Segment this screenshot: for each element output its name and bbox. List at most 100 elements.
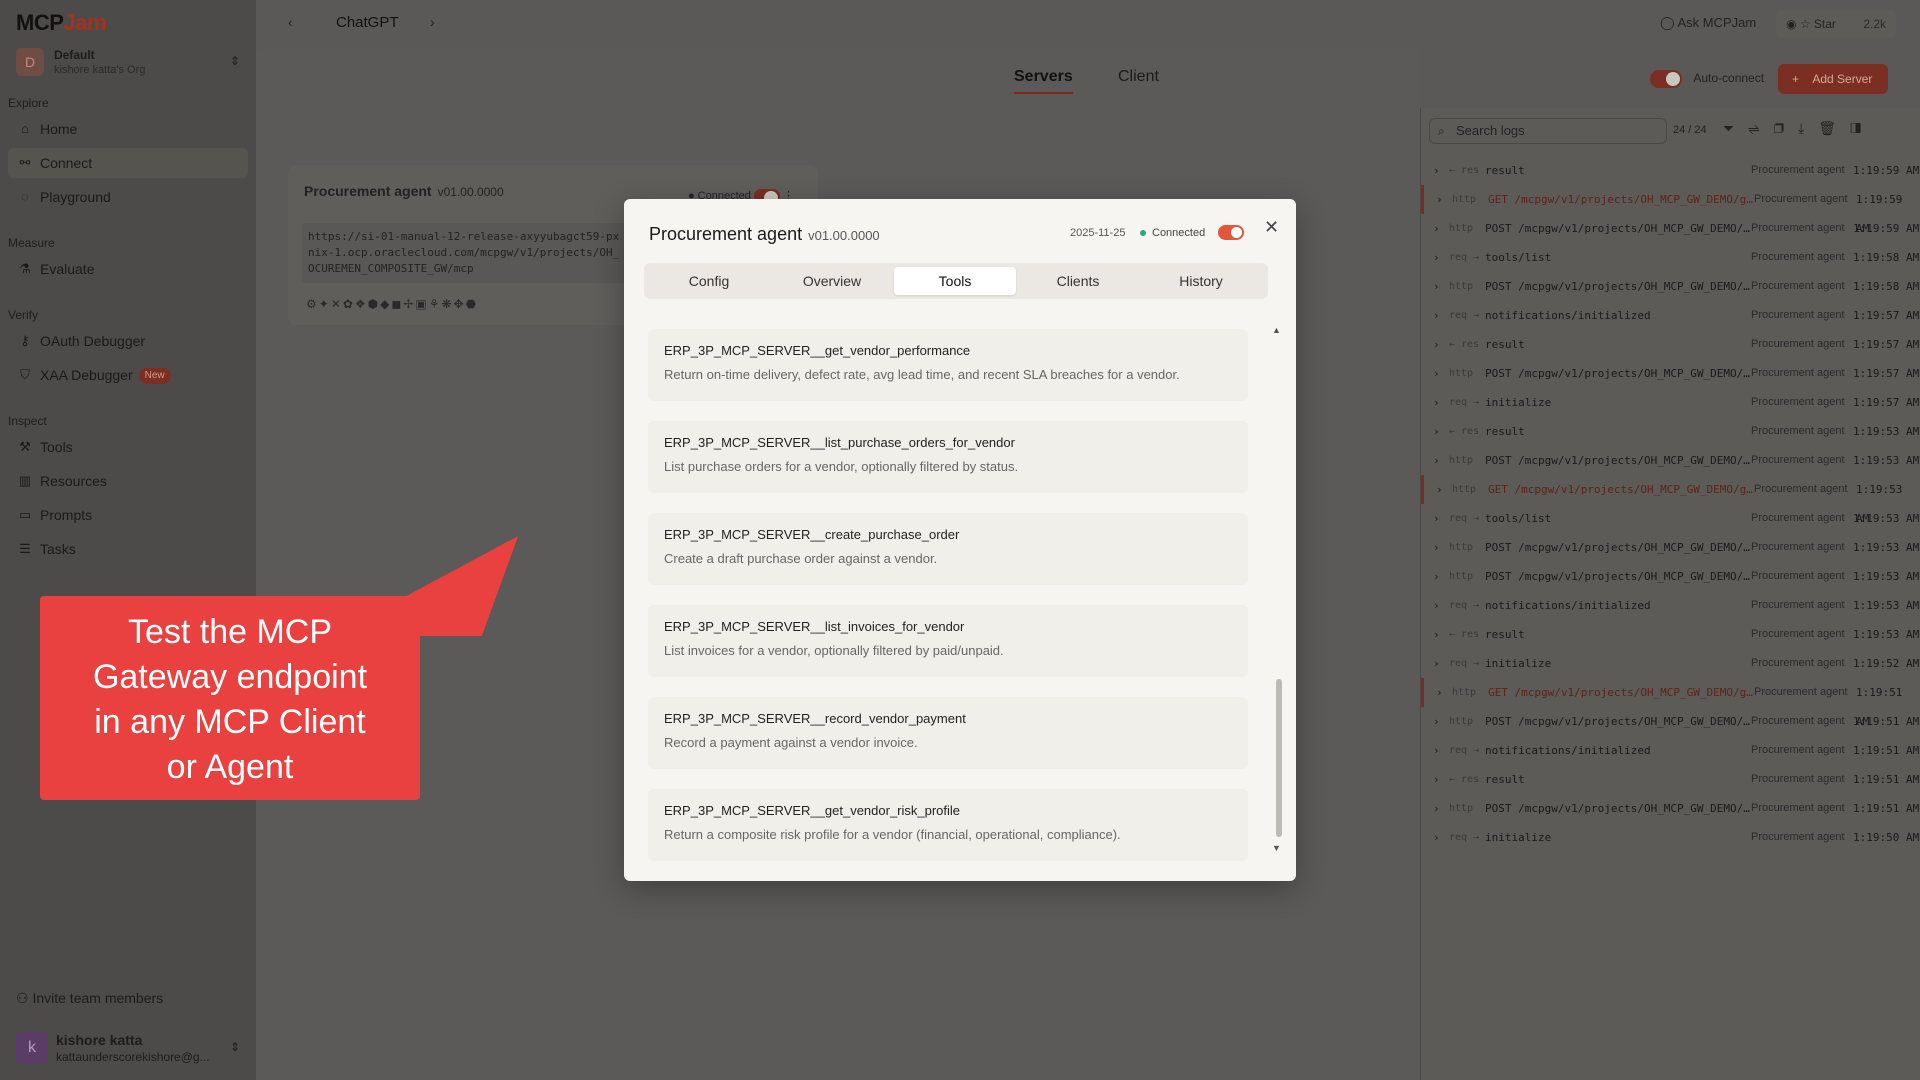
github-star-button[interactable]: ◉ ☆ Star 2.2k — [1776, 10, 1896, 38]
log-row[interactable]: › req → initialize Procurement agent 1:19:52… — [1421, 649, 1920, 678]
copy-icon[interactable]: ❐ — [1773, 120, 1798, 136]
app-logo[interactable]: MCPJam — [16, 10, 106, 36]
chevron-left-icon[interactable]: ‹ — [288, 14, 293, 30]
sliders-icon[interactable]: ⇌ — [1748, 120, 1773, 136]
log-type: req → — [1449, 658, 1480, 669]
sidebar-item-oauth-debugger[interactable]: ⚷ OAuth Debugger — [8, 326, 248, 356]
tab-overview[interactable]: Overview — [771, 267, 893, 295]
tab-config[interactable]: Config — [648, 267, 770, 295]
log-row[interactable]: › ← res result Procurement agent 1:19:53 AM — [1421, 417, 1920, 446]
invite-team-button[interactable]: ⚇ Invite team members — [16, 990, 163, 1007]
log-row[interactable]: › ← res result Procurement agent 1:19:51 AM — [1421, 765, 1920, 794]
log-row[interactable]: › http POST /mcpgw/v1/projects/OH_MCP_GW_D… — [1421, 533, 1920, 562]
auto-connect-toggle-group[interactable]: Auto-connect — [1650, 70, 1764, 88]
log-source: Procurement agent — [1754, 483, 1848, 495]
log-row[interactable]: › http POST /mcpgw/v1/projects/OH_MCP_GW_D… — [1421, 272, 1920, 301]
scroll-down-icon[interactable]: ▼ — [1272, 843, 1281, 853]
search-logs-input[interactable]: ⌕ Search logs — [1429, 118, 1667, 144]
new-badge: New — [138, 368, 171, 385]
log-type: http — [1449, 803, 1474, 814]
tab-client[interactable]: Client — [1118, 68, 1159, 86]
tab-servers[interactable]: Servers — [1014, 68, 1073, 94]
log-time: 1:19:51 AM — [1853, 773, 1920, 786]
sidebar-item-resources[interactable]: ▥ Resources — [8, 466, 248, 496]
log-row[interactable]: › http POST /mcpgw/v1/projects/OH_MCP_GW_D… — [1421, 794, 1920, 823]
tool-item[interactable]: ERP_3P_MCP_SERVER__list_invoices_for_ven… — [648, 605, 1248, 677]
log-source: Procurement agent — [1751, 367, 1845, 379]
log-row[interactable]: › http POST /mcpgw/v1/projects/OH_MCP_GW_D… — [1421, 707, 1920, 736]
log-time: 1:19:58 AM — [1853, 251, 1920, 264]
tab-clients[interactable]: Clients — [1017, 267, 1139, 295]
user-plus-icon: ⚇ — [16, 990, 33, 1006]
log-row[interactable]: › req → tools/list Procurement agent 1:19:58… — [1421, 243, 1920, 272]
log-type: req → — [1449, 513, 1480, 524]
log-type: req → — [1449, 832, 1480, 843]
sidebar-item-prompts[interactable]: ▭ Prompts — [8, 500, 248, 530]
modal-connection-toggle[interactable] — [1218, 225, 1244, 240]
tool-name: ERP_3P_MCP_SERVER__record_vendor_payment — [664, 711, 966, 726]
log-type: http — [1449, 455, 1474, 466]
chevron-right-icon: › — [1436, 193, 1443, 206]
log-row[interactable]: › ← res result Procurement agent 1:19:59 AM — [1421, 156, 1920, 185]
log-row[interactable]: › req → tools/list Procurement agent 1:19:53… — [1421, 504, 1920, 533]
tool-item[interactable]: ERP_3P_MCP_SERVER__list_purchase_orders_… — [648, 421, 1248, 493]
scroll-up-icon[interactable]: ▲ — [1272, 325, 1281, 335]
log-message: tools/list — [1485, 512, 1552, 525]
log-message: notifications/initialized — [1485, 744, 1651, 757]
log-type: req → — [1449, 600, 1480, 611]
tab-tools[interactable]: Tools — [894, 267, 1016, 295]
chevron-right-icon: › — [1433, 570, 1440, 583]
log-type: req → — [1449, 745, 1480, 756]
download-icon[interactable]: ⤓ — [1798, 120, 1818, 136]
log-row[interactable]: › ← res result Procurement agent 1:19:53 AM — [1421, 620, 1920, 649]
chevron-right-icon: › — [1436, 483, 1443, 496]
close-icon[interactable]: ✕ — [1264, 217, 1279, 238]
scrollbar-thumb[interactable] — [1276, 679, 1282, 837]
sidebar-item-label: Prompts — [40, 507, 93, 523]
sidebar-item-xaa-debugger[interactable]: ⛉ XAA Debugger New — [8, 360, 248, 390]
log-row[interactable]: › req → notifications/initialized Procureme… — [1421, 736, 1920, 765]
log-row[interactable]: › http POST /mcpgw/v1/projects/OH_MCP_GW_D… — [1421, 562, 1920, 591]
log-source: Procurement agent — [1751, 309, 1845, 321]
panel-icon[interactable]: ◨ — [1850, 120, 1875, 136]
chevron-right-icon[interactable]: › — [430, 14, 435, 30]
log-row[interactable]: › http GET /mcpgw/v1/projects/OH_MCP_GW_DE… — [1421, 185, 1920, 235]
log-row[interactable]: › http GET /mcpgw/v1/projects/OH_MCP_GW_DE… — [1421, 678, 1920, 728]
log-source: Procurement agent — [1751, 599, 1845, 611]
sidebar-item-home[interactable]: ⌂ Home — [8, 114, 248, 144]
add-server-button[interactable]: + Add Server — [1778, 64, 1888, 94]
log-row[interactable]: › http POST /mcpgw/v1/projects/OH_MCP_GW_D… — [1421, 214, 1920, 243]
filter-icon[interactable]: ⏷ — [1723, 120, 1748, 136]
workspace-title[interactable]: ChatGPT — [336, 14, 399, 31]
tool-item[interactable]: ERP_3P_MCP_SERVER__get_vendor_risk_profi… — [648, 789, 1248, 861]
log-time: 1:19:59 AM — [1853, 164, 1920, 177]
sidebar-item-playground[interactable]: ◌ Playground — [8, 182, 248, 212]
sidebar-item-connect[interactable]: ⚯ Connect — [8, 148, 248, 178]
tab-history[interactable]: History — [1140, 267, 1262, 295]
org-switcher[interactable]: D Default kishore katta's Org ⇕ — [12, 44, 244, 84]
log-row[interactable]: › req → notifications/initialized Procureme… — [1421, 591, 1920, 620]
log-row[interactable]: › ← res result Procurement agent 1:19:57 AM — [1421, 330, 1920, 359]
sidebar-item-evaluate[interactable]: ⚗ Evaluate — [8, 254, 248, 284]
sidebar-item-label: Resources — [40, 473, 107, 489]
log-row[interactable]: › req → initialize Procurement agent 1:19:50… — [1421, 823, 1920, 852]
log-time: 1:19:53 AM — [1853, 454, 1920, 467]
auto-connect-toggle[interactable] — [1650, 70, 1682, 88]
tool-item[interactable]: ERP_3P_MCP_SERVER__get_vendor_performanc… — [648, 329, 1248, 401]
log-row[interactable]: › http GET /mcpgw/v1/projects/OH_MCP_GW_DE… — [1421, 475, 1920, 525]
user-menu[interactable]: k kishore katta kattaunderscorekishore@g… — [12, 1030, 244, 1070]
tool-item[interactable]: ERP_3P_MCP_SERVER__record_vendor_payment… — [648, 697, 1248, 769]
sidebar-item-label: Playground — [40, 189, 111, 205]
tool-item[interactable]: ERP_3P_MCP_SERVER__create_purchase_order… — [648, 513, 1248, 585]
ask-mcpjam-button[interactable]: ◯ Ask MCPJam — [1660, 15, 1756, 31]
tool-description: Return a composite risk profile for a ve… — [664, 827, 1121, 842]
log-row[interactable]: › req → notifications/initialized Procureme… — [1421, 301, 1920, 330]
trash-icon[interactable]: 🗑 — [1818, 120, 1850, 136]
log-count: 24 / 24 — [1673, 124, 1707, 136]
log-row[interactable]: › req → initialize Procurement agent 1:19:57… — [1421, 388, 1920, 417]
log-time: 1:19:57 AM — [1853, 367, 1920, 380]
log-row[interactable]: › http POST /mcpgw/v1/projects/OH_MCP_GW_D… — [1421, 359, 1920, 388]
sidebar-item-tools[interactable]: ⚒ Tools — [8, 432, 248, 462]
log-row[interactable]: › http POST /mcpgw/v1/projects/OH_MCP_GW_D… — [1421, 446, 1920, 475]
sidebar-item-tasks[interactable]: ☰ Tasks — [8, 534, 248, 564]
